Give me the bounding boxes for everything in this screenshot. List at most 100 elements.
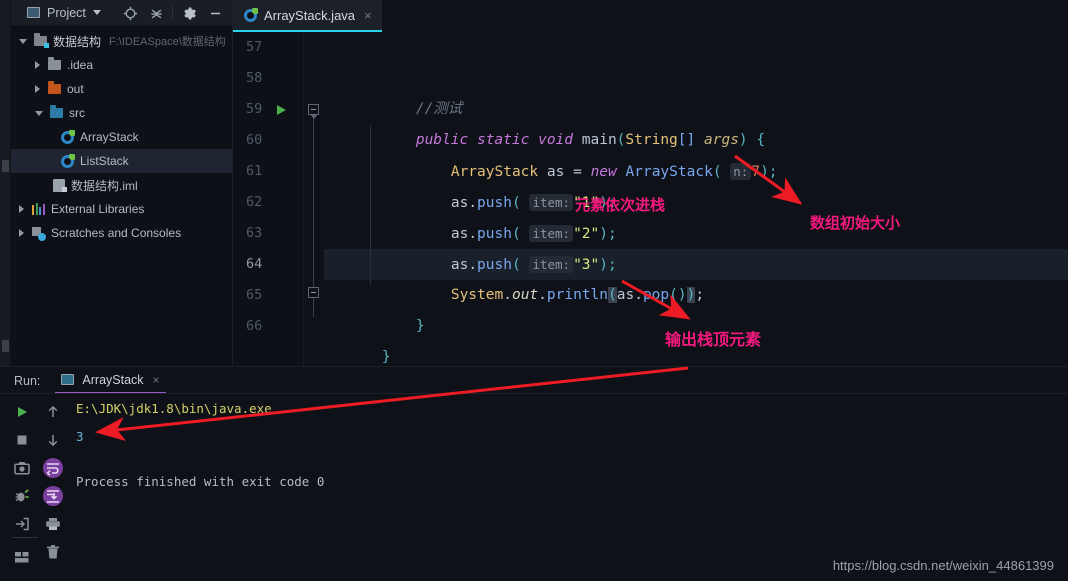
editor-gutter[interactable]: 57 58 59 60 61 62 63 64 65 66 xyxy=(233,32,304,366)
line-number: 63 xyxy=(246,225,263,241)
brace-close: } xyxy=(381,349,391,365)
run-tab-label: ArrayStack xyxy=(82,372,144,387)
paren-open-highlight: ( xyxy=(608,287,617,303)
export-icon[interactable] xyxy=(9,511,35,537)
param-hint-n: n: xyxy=(730,163,752,180)
layout-icon[interactable] xyxy=(9,544,35,570)
code-line-63: as.push( item: "3"); xyxy=(381,218,617,273)
tree-item-label: 数据结构.iml xyxy=(71,178,138,193)
project-panel-header: Project xyxy=(11,0,232,26)
run-console-tabbar: Run: ArrayStack × xyxy=(0,367,1068,394)
literal-7: 7 xyxy=(751,164,761,180)
chevron-right-icon[interactable] xyxy=(19,205,24,213)
tree-item-out[interactable]: out xyxy=(11,77,232,101)
dot: . xyxy=(634,287,643,303)
tree-item-path: F:\IDEASpace\数据结构 xyxy=(109,36,226,48)
scroll-up-icon[interactable] xyxy=(40,399,66,425)
folder-blue-icon xyxy=(50,105,63,118)
dot: . xyxy=(503,287,512,303)
scroll-to-end-icon[interactable] xyxy=(40,483,66,509)
locate-icon[interactable] xyxy=(117,0,143,26)
toolbar-divider xyxy=(172,6,173,20)
class-system: System xyxy=(450,287,504,303)
libraries-icon xyxy=(32,203,45,215)
line-number: 66 xyxy=(246,318,263,334)
code-line-59: public static void main(String[] args) { xyxy=(346,94,765,148)
trash-icon[interactable] xyxy=(40,539,66,565)
paren-pair: () xyxy=(669,287,687,303)
line-number: 60 xyxy=(246,132,263,148)
dot: . xyxy=(538,287,547,303)
tree-item-label: 数据结构 xyxy=(53,34,102,49)
chevron-right-icon[interactable] xyxy=(19,229,24,237)
toolbar-divider xyxy=(12,537,38,538)
console-output-line: Process finished with exit code 0 xyxy=(76,474,325,489)
code-line-65: } xyxy=(346,280,425,334)
print-icon[interactable] xyxy=(40,511,66,537)
run-tab-arraystack[interactable]: ArrayStack × xyxy=(55,367,166,394)
left-strip-chip-2 xyxy=(2,340,9,352)
tree-item-label: External Libraries xyxy=(51,202,145,216)
run-config-icon xyxy=(61,374,75,385)
chevron-right-icon[interactable] xyxy=(35,85,40,93)
code-line-66: } xyxy=(312,311,391,365)
chevron-down-icon[interactable] xyxy=(19,38,27,44)
hide-panel-icon[interactable] xyxy=(202,0,228,26)
left-strip-chip-1 xyxy=(2,160,9,172)
tree-item-liststack[interactable]: ListStack xyxy=(11,149,232,173)
tree-item-iml[interactable]: 数据结构.iml xyxy=(11,173,232,197)
close-icon[interactable]: × xyxy=(364,8,372,23)
line-number: 57 xyxy=(246,39,263,55)
soft-wrap-icon[interactable] xyxy=(40,455,66,481)
close-icon[interactable]: × xyxy=(153,373,160,387)
tree-item-label: out xyxy=(67,82,84,96)
annotation-pop-output: 输出栈顶元素 xyxy=(665,330,762,349)
scroll-down-icon[interactable] xyxy=(40,427,66,453)
fold-collapse-icon[interactable] xyxy=(308,104,319,119)
scratches-icon xyxy=(32,226,46,241)
console-output-line: E:\JDK\jdk1.8\bin\java.exe xyxy=(76,401,272,416)
tree-item-arraystack[interactable]: ArrayStack xyxy=(11,125,232,149)
code-line-60: ArrayStack as = new ArrayStack( n: 7); xyxy=(381,125,778,180)
tree-item-src[interactable]: src xyxy=(11,101,232,125)
run-label: Run: xyxy=(14,373,41,388)
folder-grey-icon xyxy=(48,57,61,70)
java-class-icon xyxy=(61,129,75,144)
stop-icon[interactable] xyxy=(9,427,35,453)
line-number: 61 xyxy=(246,163,263,179)
tree-item-idea[interactable]: .idea xyxy=(11,53,232,77)
chevron-right-icon[interactable] xyxy=(35,61,40,69)
line-number: 59 xyxy=(246,101,263,117)
java-class-icon xyxy=(244,7,258,22)
caret-down-icon[interactable] xyxy=(92,10,101,15)
run-console-toolbar xyxy=(0,394,68,581)
run-icon[interactable] xyxy=(9,399,35,425)
tree-item-label: src xyxy=(69,106,85,120)
folder-orange-icon xyxy=(48,81,61,94)
tree-item-label: Scratches and Consoles xyxy=(51,226,182,240)
tree-item-project-root[interactable]: 数据结构 F:\IDEASpace\数据结构 xyxy=(11,29,232,53)
editor-tabbar: ArrayStack.java × xyxy=(233,0,1068,32)
editor-tab-arraystack-java[interactable]: ArrayStack.java × xyxy=(233,0,382,32)
run-gutter-icon[interactable] xyxy=(277,105,286,115)
fold-end-icon[interactable] xyxy=(308,287,319,298)
line-number: 58 xyxy=(246,70,263,86)
debug-icon[interactable] xyxy=(9,483,35,509)
project-view-icon xyxy=(27,7,40,18)
annotation-push-elements: 元素依次进栈 xyxy=(575,196,666,214)
code-line-61: as.push( item: "1"); xyxy=(381,156,617,211)
editor-tab-label: ArrayStack.java xyxy=(264,7,356,23)
console-output[interactable]: E:\JDK\jdk1.8\bin\java.exe 3 Process fin… xyxy=(70,394,1068,581)
tree-item-scratches[interactable]: Scratches and Consoles xyxy=(11,221,232,245)
console-output-line: 3 xyxy=(76,429,84,444)
settings-gear-icon[interactable] xyxy=(176,0,202,26)
field-out: out xyxy=(511,287,539,303)
line-number: 62 xyxy=(246,194,263,210)
chevron-down-icon[interactable] xyxy=(35,110,43,116)
screenshot-icon[interactable] xyxy=(9,455,35,481)
tree-item-label: ArrayStack xyxy=(80,130,139,144)
collapse-all-icon[interactable] xyxy=(143,0,169,26)
tree-item-external-libraries[interactable]: External Libraries xyxy=(11,197,232,221)
annotation-array-size: 数组初始大小 xyxy=(810,214,901,232)
code-content[interactable]: //测试 public static void main(String[] ar… xyxy=(324,32,1068,366)
